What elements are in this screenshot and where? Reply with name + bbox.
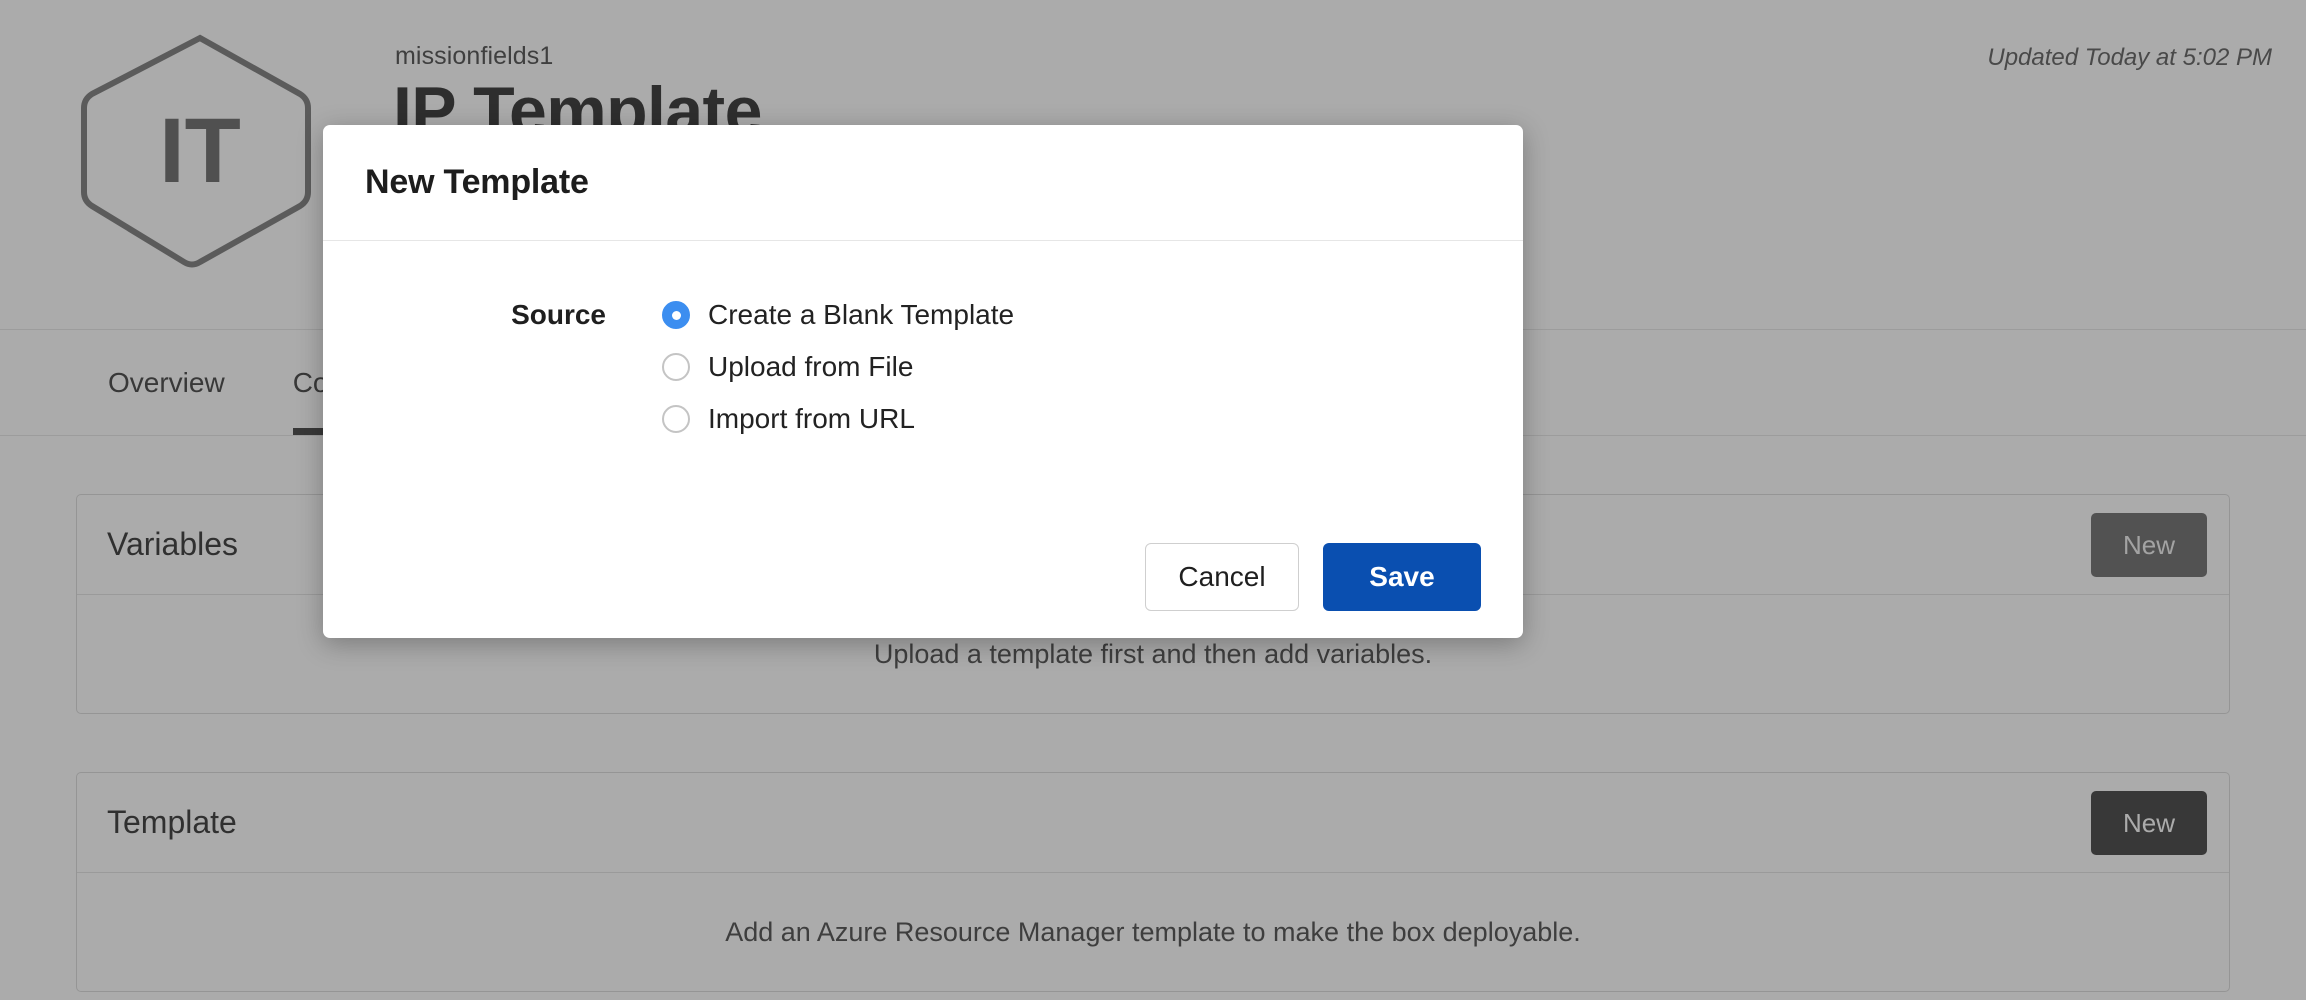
dialog-header: New Template: [323, 125, 1523, 241]
radio-button-icon[interactable]: [662, 405, 690, 433]
radio-upload-from-file[interactable]: Upload from File: [662, 347, 1014, 387]
radio-import-from-url-label: Import from URL: [708, 403, 915, 435]
radio-create-blank-template[interactable]: Create a Blank Template: [662, 295, 1014, 335]
source-radio-group: Create a Blank Template Upload from File…: [662, 295, 1014, 439]
dialog-footer: Cancel Save: [323, 515, 1523, 638]
source-field-label: Source: [365, 295, 662, 335]
radio-import-from-url[interactable]: Import from URL: [662, 399, 1014, 439]
source-field-row: Source Create a Blank Template Upload fr…: [365, 295, 1481, 439]
new-template-dialog: New Template Source Create a Blank Templ…: [323, 125, 1523, 638]
dialog-title: New Template: [365, 163, 589, 202]
dialog-body: Source Create a Blank Template Upload fr…: [323, 241, 1523, 515]
radio-button-icon[interactable]: [662, 301, 690, 329]
radio-button-icon[interactable]: [662, 353, 690, 381]
radio-create-blank-template-label: Create a Blank Template: [708, 299, 1014, 331]
radio-upload-from-file-label: Upload from File: [708, 351, 913, 383]
save-button[interactable]: Save: [1323, 543, 1481, 611]
cancel-button[interactable]: Cancel: [1145, 543, 1299, 611]
app-root: IT missionfields1 IP Template Azure Reso…: [0, 0, 2306, 1000]
